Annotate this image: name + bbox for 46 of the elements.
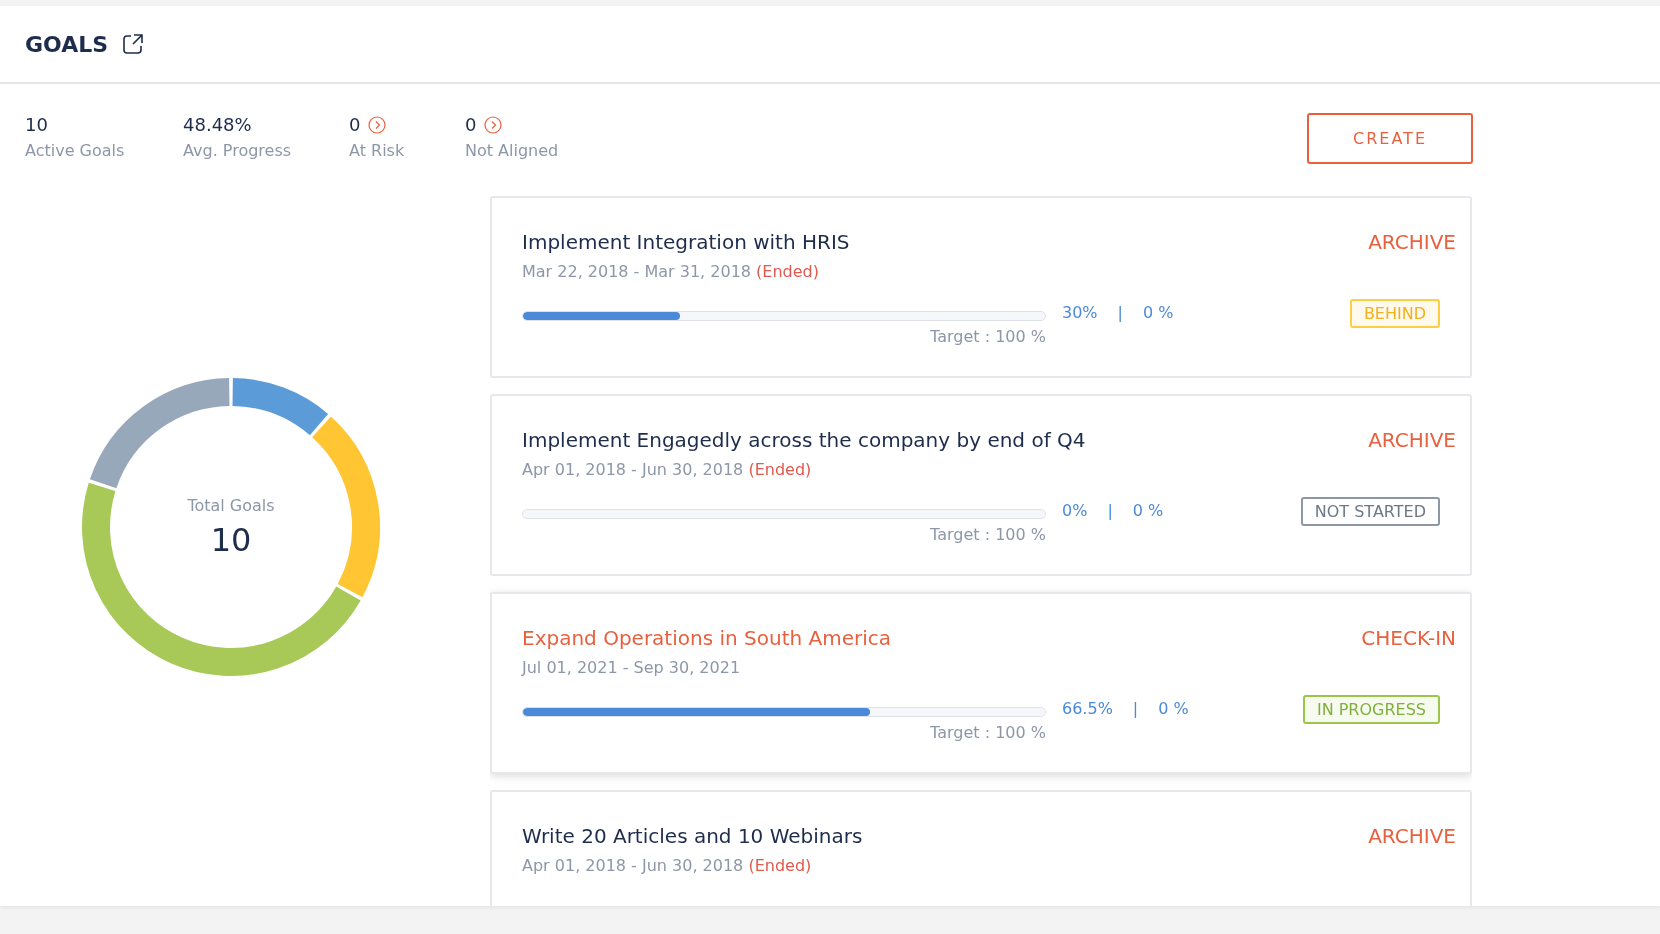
actual-value: 0 % — [1142, 303, 1174, 322]
status-badge: IN PROGRESS — [1302, 695, 1440, 724]
progress-percent: 30% — [1062, 303, 1098, 322]
goal-dates: Jul 01, 2021 - Sep 30, 2021 — [522, 658, 742, 677]
progress-percent: 0% — [1062, 501, 1088, 520]
goal-title: Write 20 Articles and 10 Webinars — [522, 824, 863, 848]
goal-action-link[interactable]: ARCHIVE — [1368, 230, 1456, 254]
goal-card[interactable]: Implement Integration with HRIS ARCHIVE Mar 22, 2018 - Mar 31, 2018 (Ended) Target : 100 % 30% | 0 % BEHIND — [490, 196, 1472, 378]
donut-value: 10 — [210, 520, 252, 559]
goal-dates: Apr 01, 2018 - Jun 30, 2018 (Ended) — [522, 460, 813, 479]
goal-action-link[interactable]: CHECK-IN — [1361, 626, 1456, 650]
goal-action-link[interactable]: ARCHIVE — [1368, 824, 1456, 848]
target-text: Target : 100 % — [930, 723, 1046, 742]
goal-card[interactable]: Write 20 Articles and 10 Webinars ARCHIVE Apr 01, 2018 - Jun 30, 2018 (Ended) — [490, 790, 1472, 906]
separator-text: | — [1117, 303, 1123, 322]
goal-card[interactable]: Expand Operations in South America CHECK-IN Jul 01, 2021 - Sep 30, 2021 Target : 100 % 66.5% | 0 % IN PROGRESS — [490, 592, 1472, 774]
create-button[interactable]: CREATE — [1307, 113, 1473, 164]
stat-value: 48.48% — [183, 114, 252, 135]
goal-card[interactable]: Implement Engagedly across the company by end of Q4 ARCHIVE Apr 01, 2018 - Jun 30, 2018 (Ended) Target : 100 % 0% | 0 % NOT STARTED — [490, 394, 1472, 576]
separator-text: | — [1132, 699, 1139, 718]
donut-label: Total Goals — [187, 495, 275, 515]
stat-label: Not Aligned — [465, 141, 560, 160]
stat-value: 0 — [349, 114, 361, 135]
goal-dates: Mar 22, 2018 - Mar 31, 2018 (Ended) — [522, 262, 820, 281]
stat-label: Avg. Progress — [183, 141, 293, 160]
stat-label: At Risk — [349, 141, 406, 160]
status-badge: BEHIND — [1349, 299, 1440, 328]
stat-value: 10 — [25, 114, 48, 135]
target-text: Target : 100 % — [930, 525, 1046, 544]
goal-dates: Apr 01, 2018 - Jun 30, 2018 (Ended) — [522, 856, 813, 875]
actual-value: 0 % — [1158, 699, 1189, 718]
goal-title: Implement Engagedly across the company by end of Q4 — [522, 428, 1086, 452]
separator-text: | — [1107, 501, 1113, 520]
actual-value: 0 % — [1132, 501, 1164, 520]
goal-action-link[interactable]: ARCHIVE — [1368, 428, 1456, 452]
progress-percent: 66.5% — [1062, 699, 1113, 718]
external-link-icon[interactable] — [122, 33, 145, 55]
goal-title: Expand Operations in South America — [522, 626, 892, 650]
page-title: GOALS — [25, 31, 109, 57]
stat-label: Active Goals — [25, 141, 126, 160]
stat-value: 0 — [465, 114, 477, 135]
target-text: Target : 100 % — [930, 327, 1046, 346]
goal-title: Implement Integration with HRIS — [522, 230, 850, 254]
chevron-circle-icon[interactable] — [484, 115, 503, 134]
chevron-circle-icon[interactable] — [368, 115, 387, 134]
status-badge: NOT STARTED — [1300, 497, 1440, 526]
